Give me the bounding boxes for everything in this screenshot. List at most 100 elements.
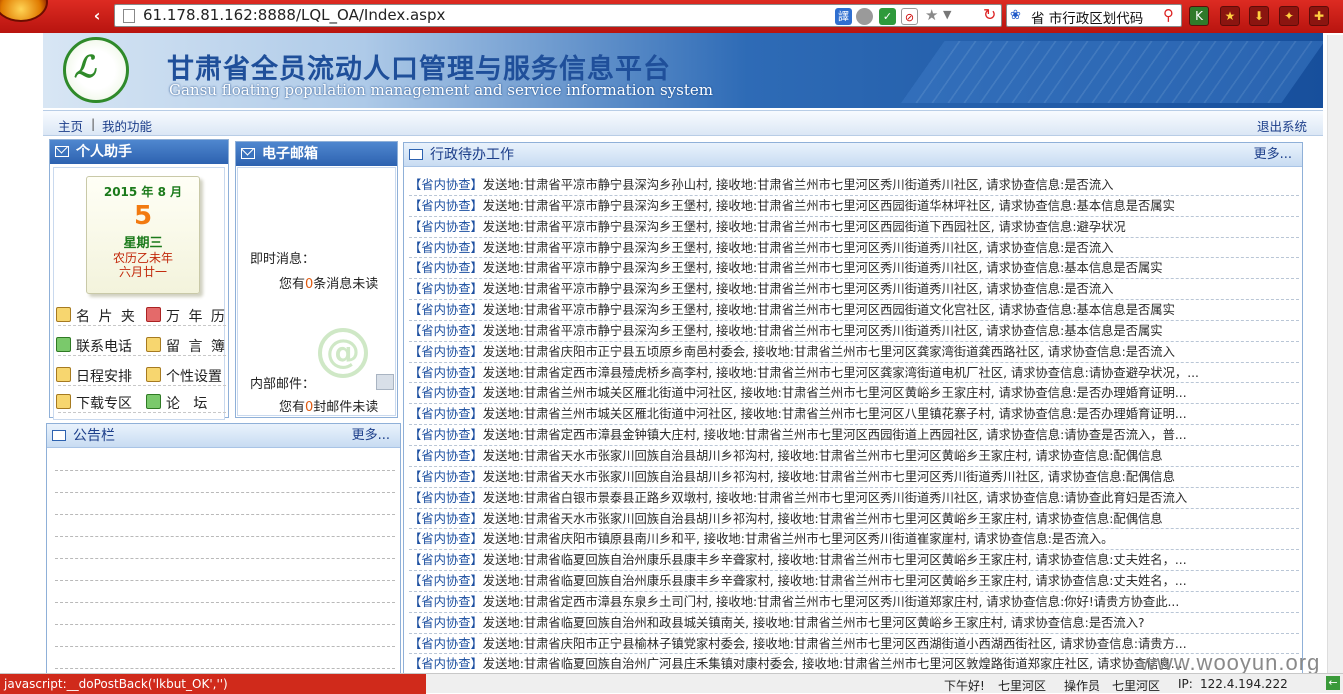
work-item[interactable]: 【省内协查】发送地:甘肃省平凉市静宁县深沟乡孙山村, 接收地:甘肃省兰州市七里河… bbox=[409, 175, 1299, 196]
phone-icon bbox=[56, 337, 71, 352]
work-item-tag: 【省内协查】 bbox=[409, 511, 483, 526]
address-bar[interactable]: 61.178.81.162:8888/LQL_OA/Index.aspx 譯 ✓… bbox=[114, 4, 1002, 27]
work-item[interactable]: 【省内协查】发送地:甘肃省兰州市城关区雁北街道中河社区, 接收地:甘肃省兰州市七… bbox=[409, 383, 1299, 405]
panel-title: 行政待办工作 bbox=[430, 147, 514, 163]
calendar-widget[interactable]: 2015 年 8 月 5 星期三 农历乙未年 六月廿一 bbox=[86, 176, 200, 294]
favorites-icon[interactable]: ★ bbox=[1220, 6, 1240, 26]
extension-icon[interactable]: ✚ bbox=[1309, 6, 1329, 26]
instant-message-label: 即时消息： bbox=[250, 252, 316, 267]
tool-downloads[interactable]: 下载专区 bbox=[56, 393, 132, 413]
envelope-icon bbox=[55, 146, 69, 157]
work-item[interactable]: 【省内协查】发送地:甘肃省定西市漳县金钟镇大庄村, 接收地:甘肃省兰州市七里河区… bbox=[409, 425, 1299, 446]
personal-assistant-panel: 个人助手 2015 年 8 月 5 星期三 农历乙未年 六月廿一 名 片 夹 万… bbox=[49, 139, 229, 420]
work-item[interactable]: 【省内协查】发送地:甘肃省临夏回族自治州和政县城关镇南关, 接收地:甘肃省兰州市… bbox=[409, 613, 1299, 634]
site-logo: ℒ bbox=[63, 37, 129, 103]
work-item[interactable]: 【省内协查】发送地:甘肃省定西市漳县东泉乡土司门村, 接收地:甘肃省兰州市七里河… bbox=[409, 592, 1299, 613]
work-item-tag: 【省内协查】 bbox=[409, 532, 483, 547]
page-scrollbar[interactable] bbox=[1327, 35, 1343, 673]
adblock-icon[interactable]: ⊘ bbox=[901, 8, 918, 25]
tool-forum[interactable]: 论 坛 bbox=[146, 393, 207, 413]
work-item-tag: 【省内协查】 bbox=[409, 469, 483, 484]
back-to-top-icon[interactable]: ← bbox=[1326, 676, 1340, 690]
notice-row bbox=[55, 492, 395, 493]
tool-perpetual-calendar[interactable]: 万 年 历 bbox=[146, 306, 227, 326]
panel-title: 电子邮箱 bbox=[262, 146, 318, 162]
work-item[interactable]: 【省内协查】发送地:甘肃省白银市景泰县正路乡双墩村, 接收地:甘肃省兰州市七里河… bbox=[409, 488, 1299, 509]
work-item[interactable]: 【省内协查】发送地:甘肃省临夏回族自治州康乐县康丰乡辛聋家村, 接收地:甘肃省兰… bbox=[409, 571, 1299, 592]
at-sign-icon: @ bbox=[318, 328, 368, 378]
notice-more-link[interactable]: 更多... bbox=[352, 424, 390, 448]
chevron-down-icon[interactable]: ▼ bbox=[943, 8, 951, 21]
notice-row bbox=[55, 668, 395, 669]
work-item-tag: 【省内协查】 bbox=[409, 365, 483, 380]
work-item[interactable]: 【省内协查】发送地:甘肃省平凉市静宁县深沟乡王堡村, 接收地:甘肃省兰州市七里河… bbox=[409, 217, 1299, 238]
mailbox-panel: 电子邮箱 即时消息： 您有0条消息未读 @ 内部邮件： 您有0封邮件未读 bbox=[235, 141, 398, 418]
work-item-tag: 【省内协查】 bbox=[409, 407, 483, 422]
work-item[interactable]: 【省内协查】发送地:甘肃省庆阳市正宁县五顷原乡南邑村委会, 接收地:甘肃省兰州市… bbox=[409, 342, 1299, 363]
shield-icon[interactable]: ✓ bbox=[879, 8, 896, 25]
panel-title: 公告栏 bbox=[73, 428, 115, 444]
work-item[interactable]: 【省内协查】发送地:甘肃省天水市张家川回族自治县胡川乡祁沟村, 接收地:甘肃省兰… bbox=[409, 446, 1299, 467]
notice-row bbox=[55, 470, 395, 471]
search-icon[interactable]: ⚲ bbox=[1163, 6, 1174, 24]
work-item-tag: 【省内协查】 bbox=[409, 594, 483, 609]
gamepad-icon[interactable]: ✦ bbox=[1279, 6, 1299, 26]
translate-icon[interactable]: 譯 bbox=[835, 8, 852, 25]
work-more-link[interactable]: 更多... bbox=[1254, 143, 1292, 167]
internal-mail-label: 内部邮件： bbox=[250, 377, 316, 392]
work-item[interactable]: 【省内协查】发送地:甘肃省兰州市城关区雁北街道中河社区, 接收地:甘肃省兰州市七… bbox=[409, 404, 1299, 426]
pending-work-panel: 行政待办工作 更多... 【省内协查】发送地:甘肃省平凉市静宁县深沟乡孙山村, 接… bbox=[403, 142, 1303, 673]
work-item[interactable]: 【省内协查】发送地:甘肃省临夏回族自治州康乐县康丰乡辛聋家村, 接收地:甘肃省兰… bbox=[409, 550, 1299, 572]
work-item[interactable]: 【省内协查】发送地:甘肃省天水市张家川回族自治县胡川乡祁沟村, 接收地:甘肃省兰… bbox=[409, 509, 1299, 530]
work-item-tag: 【省内协查】 bbox=[409, 198, 483, 213]
globe-icon[interactable] bbox=[856, 8, 873, 25]
settings-icon bbox=[146, 367, 161, 382]
work-item[interactable]: 【省内协查】发送地:甘肃省平凉市静宁县深沟乡王堡村, 接收地:甘肃省兰州市七里河… bbox=[409, 300, 1299, 321]
work-item[interactable]: 【省内协查】发送地:甘肃省平凉市静宁县深沟乡王堡村, 接收地:甘肃省兰州市七里河… bbox=[409, 279, 1299, 301]
tool-business-cards[interactable]: 名 片 夹 bbox=[56, 306, 137, 326]
work-item-tag: 【省内协查】 bbox=[409, 448, 483, 463]
internal-mail-status[interactable]: 您有0封邮件未读 bbox=[279, 396, 378, 415]
envelope-icon bbox=[409, 149, 423, 160]
browser-toolbar: ‹ 61.178.81.162:8888/LQL_OA/Index.aspx 譯… bbox=[0, 0, 1343, 33]
search-box[interactable]: ❀ 省 市行政区划代码 ⚲ bbox=[1006, 4, 1182, 27]
panel-header: 电子邮箱 bbox=[236, 142, 397, 166]
work-item[interactable]: 【省内协查】发送地:甘肃省平凉市静宁县深沟乡王堡村, 接收地:甘肃省兰州市七里河… bbox=[409, 238, 1299, 259]
browser-menu-orb[interactable] bbox=[0, 0, 48, 22]
baidu-paw-icon: ❀ bbox=[1010, 8, 1021, 23]
work-item-tag: 【省内协查】 bbox=[409, 657, 483, 672]
work-item-tag: 【省内协查】 bbox=[409, 574, 483, 589]
notice-row bbox=[55, 514, 395, 515]
search-input[interactable]: 省 市行政区划代码 bbox=[1031, 7, 1143, 27]
back-arrow-icon[interactable]: ‹ bbox=[88, 7, 106, 25]
work-item-tag: 【省内协查】 bbox=[409, 282, 483, 297]
tool-guestbook[interactable]: 留 言 簿 bbox=[146, 336, 227, 356]
refresh-icon[interactable]: ↻ bbox=[983, 5, 996, 24]
panel-header: 行政待办工作 更多... bbox=[404, 143, 1302, 167]
work-item[interactable]: 【省内协查】发送地:甘肃省庆阳市镇原县南川乡和平, 接收地:甘肃省兰州市七里河区… bbox=[409, 529, 1299, 551]
logout-link[interactable]: 退出系统 bbox=[1257, 116, 1307, 135]
work-item[interactable]: 【省内协查】发送地:甘肃省天水市张家川回族自治县胡川乡祁沟村, 接收地:甘肃省兰… bbox=[409, 467, 1299, 488]
work-item[interactable]: 【省内协查】发送地:甘肃省平凉市静宁县深沟乡王堡村, 接收地:甘肃省兰州市七里河… bbox=[409, 321, 1299, 342]
nav-home-link[interactable]: 主页 bbox=[58, 116, 83, 135]
extension-k-icon[interactable]: K bbox=[1189, 6, 1209, 26]
envelope-icon bbox=[241, 148, 255, 159]
notice-row bbox=[55, 624, 395, 625]
instant-message-status[interactable]: 您有0条消息未读 bbox=[279, 273, 378, 292]
nav-my-functions-link[interactable]: 我的功能 bbox=[102, 116, 152, 135]
work-item-tag: 【省内协查】 bbox=[409, 261, 483, 276]
work-item-tag: 【省内协查】 bbox=[409, 386, 483, 401]
work-item[interactable]: 【省内协查】发送地:甘肃省平凉市静宁县深沟乡王堡村, 接收地:甘肃省兰州市七里河… bbox=[409, 196, 1299, 217]
forum-users-icon bbox=[146, 394, 161, 409]
star-icon[interactable]: ★ bbox=[925, 6, 938, 24]
work-item[interactable]: 【省内协查】发送地:甘肃省平凉市静宁县深沟乡王堡村, 接收地:甘肃省兰州市七里河… bbox=[409, 258, 1299, 280]
work-item-tag: 【省内协查】 bbox=[409, 219, 483, 234]
calendar-weekday: 星期三 bbox=[123, 236, 163, 251]
work-item[interactable]: 【省内协查】发送地:甘肃省定西市漳县殪虎桥乡高李村, 接收地:甘肃省兰州市七里河… bbox=[409, 363, 1299, 384]
download-area-icon bbox=[56, 394, 71, 409]
tool-schedule[interactable]: 日程安排 bbox=[56, 366, 132, 386]
download-icon[interactable]: ⬇ bbox=[1249, 6, 1269, 26]
tool-contacts[interactable]: 联系电话 bbox=[56, 336, 132, 356]
tool-personal-settings[interactable]: 个性设置 bbox=[146, 366, 222, 386]
status-link-text: javascript:__doPostBack('lkbut_OK','') bbox=[0, 674, 426, 694]
